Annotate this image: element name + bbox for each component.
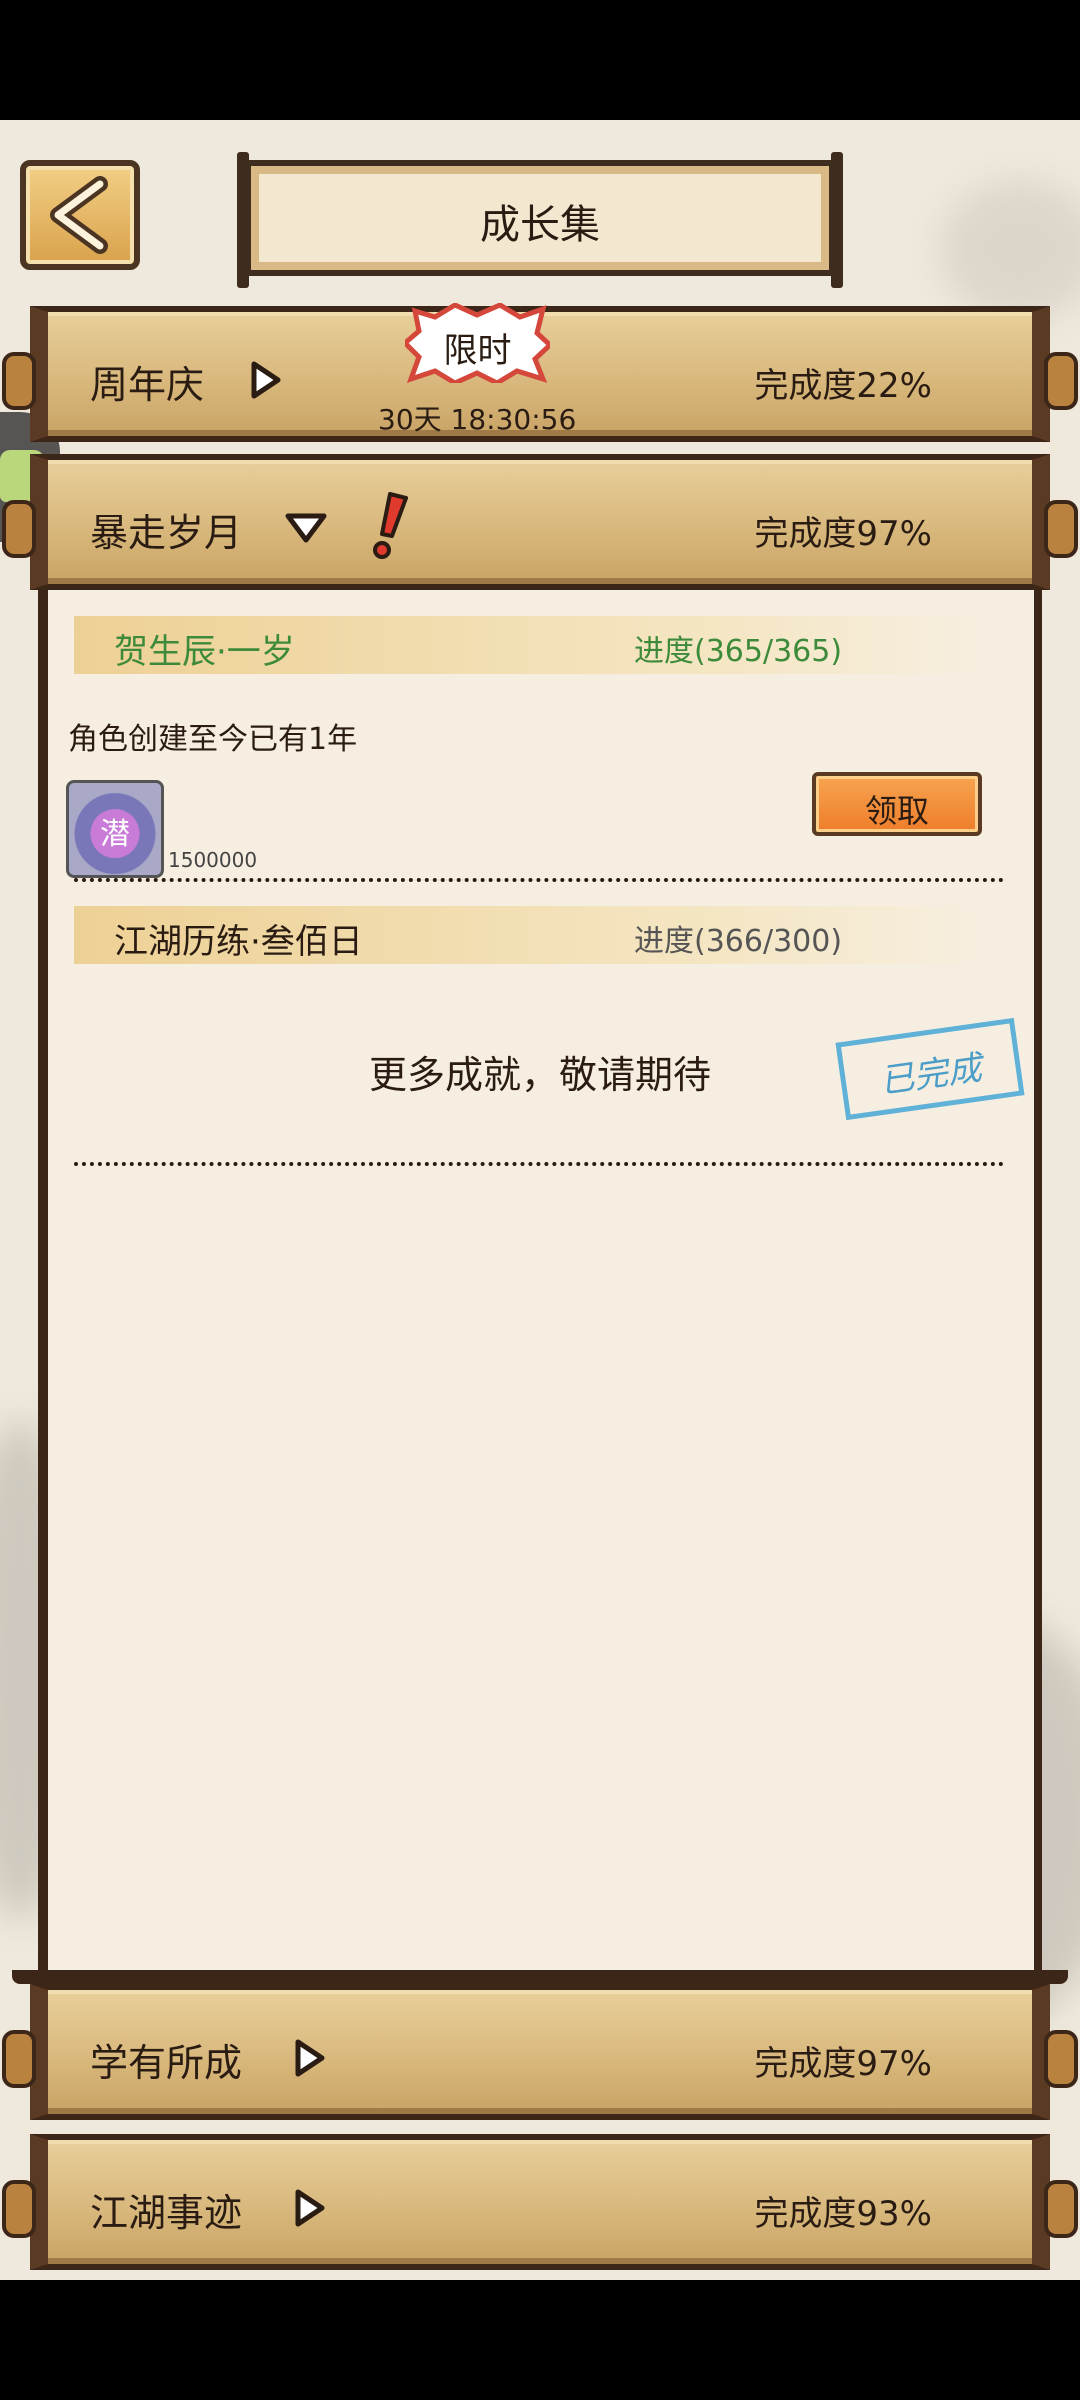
claim-button[interactable]: 领取: [812, 772, 982, 836]
category-bar-jianghu-deeds[interactable]: 江湖事迹 完成度93%: [2, 2134, 1078, 2270]
category-progress: 完成度93%: [754, 2194, 932, 2234]
reward-glyph: 潜: [100, 817, 130, 852]
category-progress: 完成度22%: [754, 366, 932, 406]
limited-time-badge: 限时: [405, 303, 550, 383]
achievement-description: 角色创建至今已有1年: [68, 722, 358, 757]
panel-bottom-edge: [12, 1970, 1068, 1984]
growth-collection-screen: 成长集 周年庆 完成度22% 限时 30天 18:30:56 暴走岁月 完成度9…: [0, 120, 1080, 2280]
divider: [74, 878, 1004, 882]
category-name: 学有所成: [90, 2041, 243, 2085]
achievement-header: 贺生辰·一岁 进度(365/365): [74, 616, 994, 674]
limited-time-label: 限时: [443, 331, 512, 371]
expand-arrow-icon: [295, 2039, 325, 2077]
status-bar: [0, 0, 1080, 120]
achievement-name: 贺生辰·一岁: [114, 632, 295, 672]
achievement-header: 江湖历练·叁佰日 进度(366/300): [74, 906, 994, 964]
reward-item-icon[interactable]: 潜: [66, 780, 164, 878]
category-progress: 完成度97%: [754, 514, 932, 554]
collapse-arrow-icon: [285, 513, 327, 543]
navigation-bar: [0, 2280, 1080, 2400]
expand-arrow-icon: [295, 2189, 325, 2227]
achievement-progress: 进度(365/365): [634, 634, 843, 669]
category-name: 江湖事迹: [90, 2191, 243, 2235]
category-progress: 完成度97%: [754, 2044, 932, 2084]
divider: [74, 1162, 1004, 1166]
back-button[interactable]: [20, 160, 140, 270]
expand-arrow-icon: [251, 361, 281, 399]
stamp-label: 已完成: [877, 1048, 985, 1102]
title-plate: 成长集: [237, 152, 843, 288]
exclamation-icon: [373, 492, 408, 559]
achievement-progress: 进度(366/300): [634, 924, 843, 959]
category-bar-learning[interactable]: 学有所成 完成度97%: [2, 1984, 1078, 2120]
category-bar-rampage-years[interactable]: 暴走岁月 完成度97%: [2, 454, 1078, 590]
achievement-name: 江湖历练·叁佰日: [114, 922, 363, 962]
category-name: 暴走岁月: [90, 511, 243, 555]
chevron-left-icon: [50, 176, 108, 254]
reward-quantity: 1500000: [168, 848, 258, 872]
category-name: 周年庆: [90, 363, 205, 407]
claim-label: 领取: [864, 792, 929, 830]
page-title: 成长集: [480, 202, 600, 248]
countdown-timer: 30天 18:30:56: [378, 403, 577, 436]
ink-decoration: [940, 180, 1080, 320]
